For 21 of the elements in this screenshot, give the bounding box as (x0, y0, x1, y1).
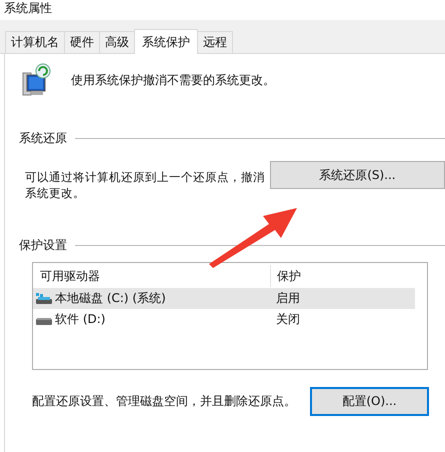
section-heading: 保护设置 (19, 237, 67, 254)
configure-button[interactable]: 配置(O)... (310, 387, 429, 416)
protection-status: 关闭 (275, 311, 300, 328)
drive-row[interactable]: 软件 (D:) 关闭 (33, 309, 427, 330)
drive-name: 软件 (D:) (55, 311, 106, 328)
protection-status: 启用 (275, 290, 300, 307)
system-restore-button[interactable]: 系统还原(S)... (270, 161, 445, 189)
column-header[interactable]: 保护 (270, 265, 427, 287)
drive-name: 本地磁盘 (C:) (系统) (55, 290, 166, 307)
description-text: 使用系统保护撤消不需要的系统更改。 (71, 72, 275, 88)
system-drive-icon (36, 292, 52, 304)
tab[interactable]: 远程 (197, 31, 233, 53)
config-description: 配置还原设置、管理磁盘空间，并且删除还原点。 (32, 393, 297, 410)
restore-description: 可以通过将计算机还原到上一个还原点，撤消系统更改。 (25, 169, 266, 201)
section-heading: 系统还原 (19, 130, 67, 147)
tab[interactable]: 系统保护 (134, 29, 198, 54)
computer-restore-icon (21, 63, 51, 97)
column-header[interactable]: 可用驱动器 (33, 265, 270, 287)
window-title: 系统属性 (4, 1, 52, 16)
drive-row[interactable]: 本地磁盘 (C:) (系统) 启用 (33, 288, 415, 309)
tab[interactable]: 计算机名 (5, 31, 65, 53)
